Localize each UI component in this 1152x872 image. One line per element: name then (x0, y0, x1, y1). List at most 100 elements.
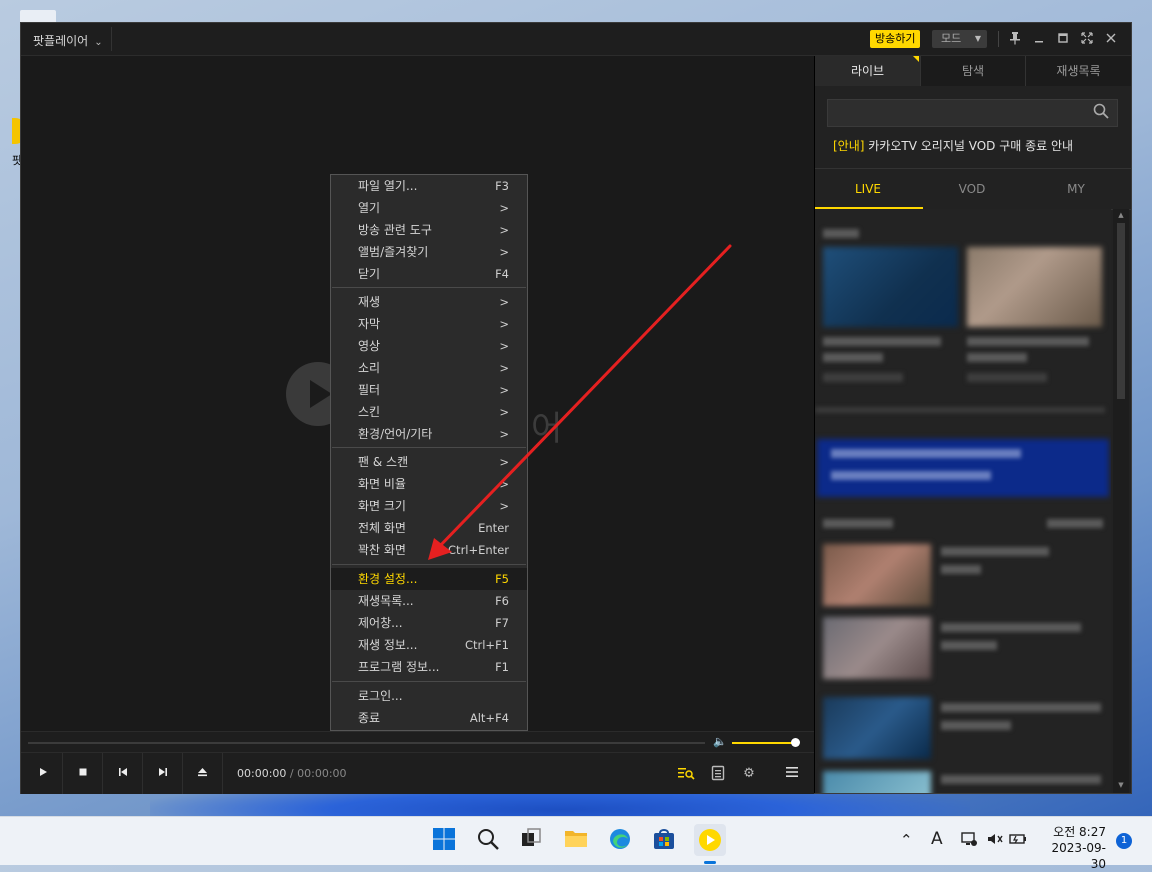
panel-tabs: 라이브 탐색 재생목록 (815, 56, 1131, 86)
pin-icon[interactable] (1007, 31, 1023, 50)
close-icon[interactable] (1103, 31, 1119, 50)
context-menu-item[interactable]: 로그인... (331, 685, 527, 707)
play-button[interactable] (23, 753, 63, 794)
list-item-thumbnail[interactable] (823, 697, 931, 759)
context-menu-item[interactable]: 꽉찬 화면 Ctrl+Enter (331, 539, 527, 561)
system-clock[interactable]: 오전 8:27 2023-09-30 (1040, 824, 1106, 872)
edge-browser-icon[interactable] (607, 827, 633, 853)
scroll-up-icon[interactable]: ▲ (1116, 211, 1126, 219)
document-icon[interactable] (709, 765, 727, 783)
list-item-thumbnail[interactable] (823, 247, 958, 327)
menu-item-label: 팬 & 스캔 (358, 455, 409, 469)
maximize-icon[interactable] (1055, 31, 1071, 50)
search-input[interactable] (834, 104, 1088, 124)
seek-bar[interactable] (28, 742, 705, 744)
context-menu-item[interactable]: 닫기 F4 (331, 263, 527, 285)
gear-icon[interactable]: ⚙ (740, 765, 758, 783)
context-menu-item[interactable]: 환경/언어/기타 > (331, 423, 527, 445)
taskbar: ⌃ A 오전 8:27 2023-09-30 1 (0, 816, 1152, 871)
hamburger-menu-icon[interactable] (783, 765, 801, 783)
menu-item-label: 재생 (358, 295, 381, 309)
list-item-thumbnail[interactable] (823, 771, 931, 793)
list-scrollbar[interactable]: ▲ ▼ (1113, 209, 1129, 793)
context-menu-item[interactable]: 방송 관련 도구 > (331, 219, 527, 241)
menu-item-shortcut: F7 (495, 616, 509, 630)
context-menu-item[interactable]: 재생목록... F6 (331, 590, 527, 612)
context-menu-item[interactable]: 팬 & 스캔 > (331, 451, 527, 473)
fullscreen-icon[interactable] (1079, 31, 1095, 50)
app-menu-button[interactable]: 팟플레이어 ⌄ (33, 32, 103, 49)
context-menu-item[interactable]: 환경 설정... F5 (331, 568, 527, 590)
search-icon[interactable] (475, 827, 501, 853)
context-menu-item[interactable]: 앨범/즐겨찾기 > (331, 241, 527, 263)
promo-banner[interactable] (817, 439, 1109, 497)
context-menu-item[interactable]: 열기 > (331, 197, 527, 219)
playlist-search-icon[interactable] (677, 765, 695, 783)
broadcast-button[interactable]: 방송하기 (870, 30, 921, 48)
tab-live[interactable]: 라이브 (815, 56, 920, 86)
list-item-title (941, 623, 1081, 632)
subtab-live[interactable]: LIVE (815, 169, 921, 209)
context-menu-item[interactable]: 프로그램 정보... F1 (331, 656, 527, 678)
menu-item-label: 로그인... (358, 689, 403, 703)
clock-date: 2023-09-30 (1051, 841, 1106, 871)
menu-item-label: 재생 정보... (358, 638, 418, 652)
tab-explore[interactable]: 탐색 (920, 56, 1025, 86)
menu-separator (332, 564, 526, 565)
mode-select[interactable]: 모드 ▼ (932, 30, 987, 48)
minimize-icon[interactable] (1031, 31, 1047, 50)
context-menu-item[interactable]: 화면 비율 > (331, 473, 527, 495)
menu-item-label: 자막 (358, 317, 381, 331)
eject-button[interactable] (183, 753, 223, 794)
context-menu-item[interactable]: 제어창... F7 (331, 612, 527, 634)
menu-item-label: 프로그램 정보... (358, 660, 440, 674)
volume-knob[interactable] (791, 738, 800, 747)
submenu-arrow-icon: > (499, 427, 509, 441)
list-item-meta (967, 373, 1047, 382)
list-item-thumbnail[interactable] (823, 617, 931, 679)
context-menu-item[interactable]: 자막 > (331, 313, 527, 335)
battery-icon[interactable] (1008, 831, 1028, 851)
scrollbar-thumb[interactable] (1117, 223, 1125, 399)
subtab-vod[interactable]: VOD (919, 169, 1025, 209)
menu-item-shortcut: F6 (495, 594, 509, 608)
context-menu-item[interactable]: 영상 > (331, 335, 527, 357)
stop-button[interactable] (63, 753, 103, 794)
next-button[interactable] (143, 753, 183, 794)
speaker-muted-icon[interactable] (986, 831, 1004, 851)
task-view-icon[interactable] (518, 827, 544, 853)
subtab-my[interactable]: MY (1023, 169, 1129, 209)
menu-item-label: 영상 (358, 339, 381, 353)
context-menu-item[interactable]: 재생 > (331, 291, 527, 313)
list-item-title (967, 337, 1089, 346)
context-menu-item[interactable]: 파일 열기... F3 (331, 175, 527, 197)
previous-button[interactable] (103, 753, 143, 794)
network-icon[interactable] (960, 831, 978, 851)
notification-badge[interactable]: 1 (1116, 833, 1132, 849)
file-explorer-icon[interactable] (563, 827, 589, 853)
context-menu-item[interactable]: 필터 > (331, 379, 527, 401)
stop-icon (79, 768, 86, 776)
windows-start-icon[interactable] (431, 827, 457, 853)
context-menu-item[interactable]: 전체 화면 Enter (331, 517, 527, 539)
context-menu-item[interactable]: 화면 크기 > (331, 495, 527, 517)
search-icon[interactable] (1093, 103, 1109, 123)
context-menu-item[interactable]: 재생 정보... Ctrl+F1 (331, 634, 527, 656)
potplayer-taskbar-icon[interactable] (694, 824, 726, 856)
notice-link[interactable]: [안내] 카카오TV 오리지널 VOD 구매 종료 안내 (833, 137, 1073, 154)
chevron-up-icon[interactable]: ⌃ (900, 831, 913, 849)
volume-slider[interactable] (732, 742, 795, 744)
scroll-down-icon[interactable]: ▼ (1116, 781, 1126, 789)
menu-item-shortcut: F5 (495, 572, 509, 586)
list-item-thumbnail[interactable] (823, 544, 931, 606)
context-menu-item[interactable]: 종료 Alt+F4 (331, 707, 527, 729)
store-icon[interactable] (651, 827, 677, 853)
volume-icon[interactable]: 🔈 (713, 735, 727, 748)
context-menu-item[interactable]: 소리 > (331, 357, 527, 379)
tab-playlist[interactable]: 재생목록 (1025, 56, 1131, 86)
ime-indicator[interactable]: A (931, 829, 943, 849)
context-menu-item[interactable]: 스킨 > (331, 401, 527, 423)
submenu-arrow-icon: > (499, 317, 509, 331)
time-separator: / (289, 767, 294, 780)
list-item-thumbnail[interactable] (967, 247, 1102, 327)
